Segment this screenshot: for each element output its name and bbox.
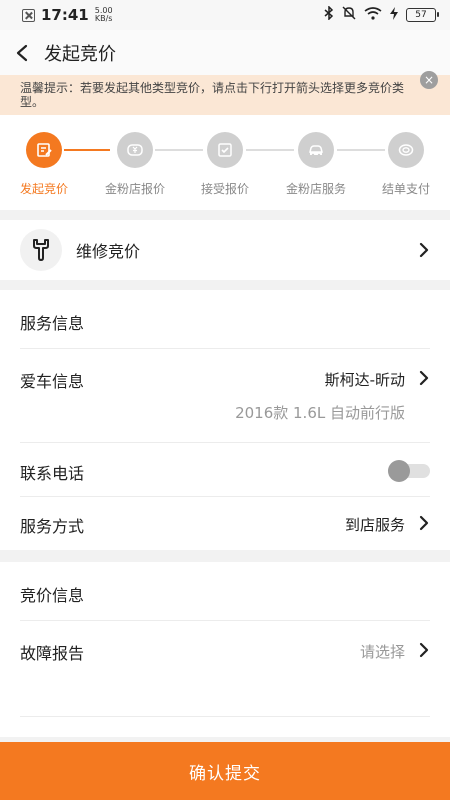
- notification-icon: [22, 8, 35, 22]
- divider: [20, 348, 430, 349]
- step-pay: 结单支付: [366, 115, 446, 197]
- wifi-icon: [364, 6, 382, 24]
- service-method-label: 服务方式: [20, 517, 85, 536]
- status-time: 17:41: [41, 6, 89, 24]
- chevron-right-icon: [419, 515, 429, 531]
- service-method-value: 到店服务: [344, 516, 405, 534]
- divider: [20, 442, 430, 443]
- chevron-right-icon: [419, 370, 429, 386]
- progress-steps: 发起竞价 金粉店报价 接受报价 金粉店服务 结单支付: [0, 115, 450, 210]
- divider: [20, 496, 430, 497]
- section-title: 竞价信息: [20, 586, 85, 605]
- tip-banner: 温馨提示：若要发起其他类型竞价，请点击下行打开箭头选择更多竞价类型。 ×: [0, 71, 450, 115]
- step-quote: 金粉店报价: [95, 115, 175, 197]
- bid-info-card: 竞价信息 故障报告 请选择: [0, 562, 450, 737]
- service-info-card: 服务信息 爱车信息 斯柯达-昕动 2016款 1.6L 自动前行版 联系电话 服…: [0, 290, 450, 550]
- step-label: 接受报价: [200, 182, 249, 196]
- document-edit-icon: [26, 132, 62, 168]
- bid-type-selector[interactable]: 维修竞价: [0, 220, 450, 280]
- section-title: 服务信息: [20, 314, 85, 333]
- bluetooth-icon: [324, 5, 334, 24]
- tip-text: 温馨提示：若要发起其他类型竞价，请点击下行打开箭头选择更多竞价类型。: [20, 81, 405, 109]
- toggle-knob: [388, 460, 410, 482]
- checkbox-icon: [207, 132, 243, 168]
- battery-icon: 57: [406, 8, 439, 22]
- step-initiate: 发起竞价: [4, 115, 84, 197]
- coin-icon: [388, 132, 424, 168]
- step-label: 金粉店服务: [285, 182, 346, 196]
- step-accept: 接受报价: [185, 115, 265, 197]
- car-variant-value: 2016款 1.6L 自动前行版: [235, 404, 405, 422]
- phone-toggle[interactable]: [388, 460, 430, 482]
- net-speed: 5.00 KB/s: [95, 7, 113, 23]
- phone-label: 联系电话: [20, 464, 85, 483]
- fault-report-label: 故障报告: [20, 644, 85, 663]
- close-icon[interactable]: ×: [420, 71, 438, 89]
- car-model-value: 斯柯达-昕动: [324, 371, 405, 389]
- step-label: 金粉店报价: [104, 182, 165, 196]
- step-label: 发起竞价: [19, 182, 68, 196]
- chevron-right-icon: [419, 642, 429, 658]
- divider: [20, 716, 430, 717]
- charging-icon: [390, 6, 398, 24]
- wrench-icon: [20, 229, 62, 271]
- back-icon[interactable]: [0, 30, 44, 75]
- bid-type-label: 维修竞价: [76, 242, 141, 261]
- mute-bell-icon: [342, 6, 356, 24]
- chevron-right-icon: [419, 242, 429, 258]
- price-tag-icon: [117, 132, 153, 168]
- step-label: 结单支付: [381, 182, 430, 196]
- car-info-label: 爱车信息: [20, 372, 85, 391]
- status-bar: 17:41 5.00 KB/s 57: [0, 0, 450, 30]
- page-title: 发起竞价: [44, 43, 116, 65]
- step-service: 金粉店服务: [276, 115, 356, 197]
- submit-button[interactable]: 确认提交: [0, 742, 450, 800]
- car-icon: [298, 132, 334, 168]
- nav-bar: 发起竞价: [0, 30, 450, 75]
- fault-report-placeholder: 请选择: [359, 643, 405, 661]
- net-speed-unit: KB/s: [94, 14, 113, 23]
- divider: [20, 620, 430, 621]
